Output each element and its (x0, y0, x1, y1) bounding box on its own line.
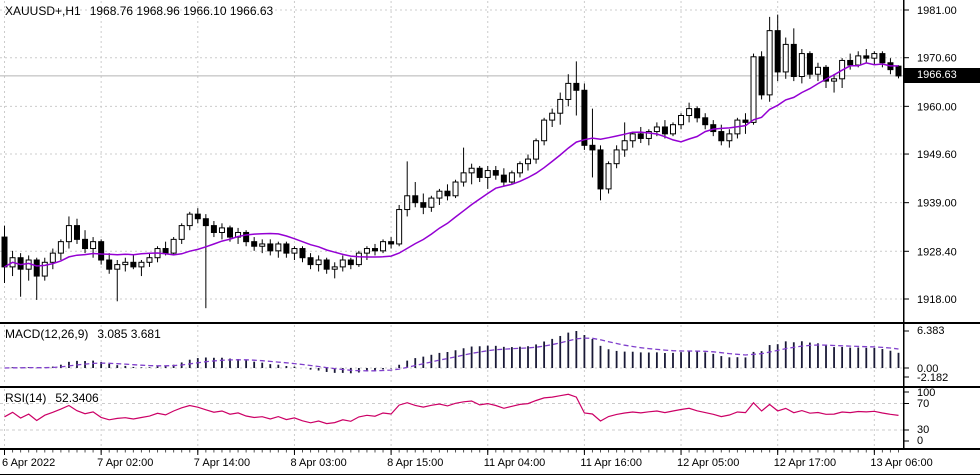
time-axis-label: 7 Apr 14:00 (194, 457, 250, 469)
time-axis-label: 8 Apr 15:00 (387, 457, 443, 469)
chart-canvas[interactable]: 1981.00 1970.60 1960.00 1949.60 1939.00 1928.… (0, 0, 980, 475)
time-axis-label: 12 Apr 05:00 (677, 457, 739, 469)
time-axis-label: 8 Apr 03:00 (290, 457, 346, 469)
price-axis-tick-label: 1928.40 (917, 246, 957, 258)
price-axis-tick-label: 1949.60 (917, 149, 957, 161)
time-axis-label: 7 Apr 02:00 (97, 457, 153, 469)
time-axis-label: 11 Apr 04:00 (484, 457, 546, 469)
current-price-tag: 1966.63 (904, 68, 980, 83)
price-axis-tick-label: 1970.60 (917, 53, 957, 65)
time-axis-label: 12 Apr 17:00 (774, 457, 836, 469)
price-axis-tick-label: 1981.00 (917, 5, 957, 17)
macd-axis-tick-label: -2.182 (917, 372, 948, 384)
time-axis-label: 11 Apr 16:00 (580, 457, 642, 469)
price-axis-tick-label: 1918.00 (917, 294, 957, 306)
time-axis-label: 13 Apr 06:00 (870, 457, 932, 469)
time-axis-label: 6 Apr 2022 (2, 457, 55, 469)
rsi-axis-tick-label: 70 (917, 398, 929, 410)
price-axis-tick-label: 1960.00 (917, 101, 957, 113)
macd-axis-tick-label: 6.383 (917, 325, 945, 337)
rsi-axis-tick-label: 0 (917, 435, 923, 447)
price-axis-tick-label: 1939.00 (917, 198, 957, 210)
trading-chart-window: 1981.00 1970.60 1960.00 1949.60 1939.00 1928.… (0, 0, 980, 475)
